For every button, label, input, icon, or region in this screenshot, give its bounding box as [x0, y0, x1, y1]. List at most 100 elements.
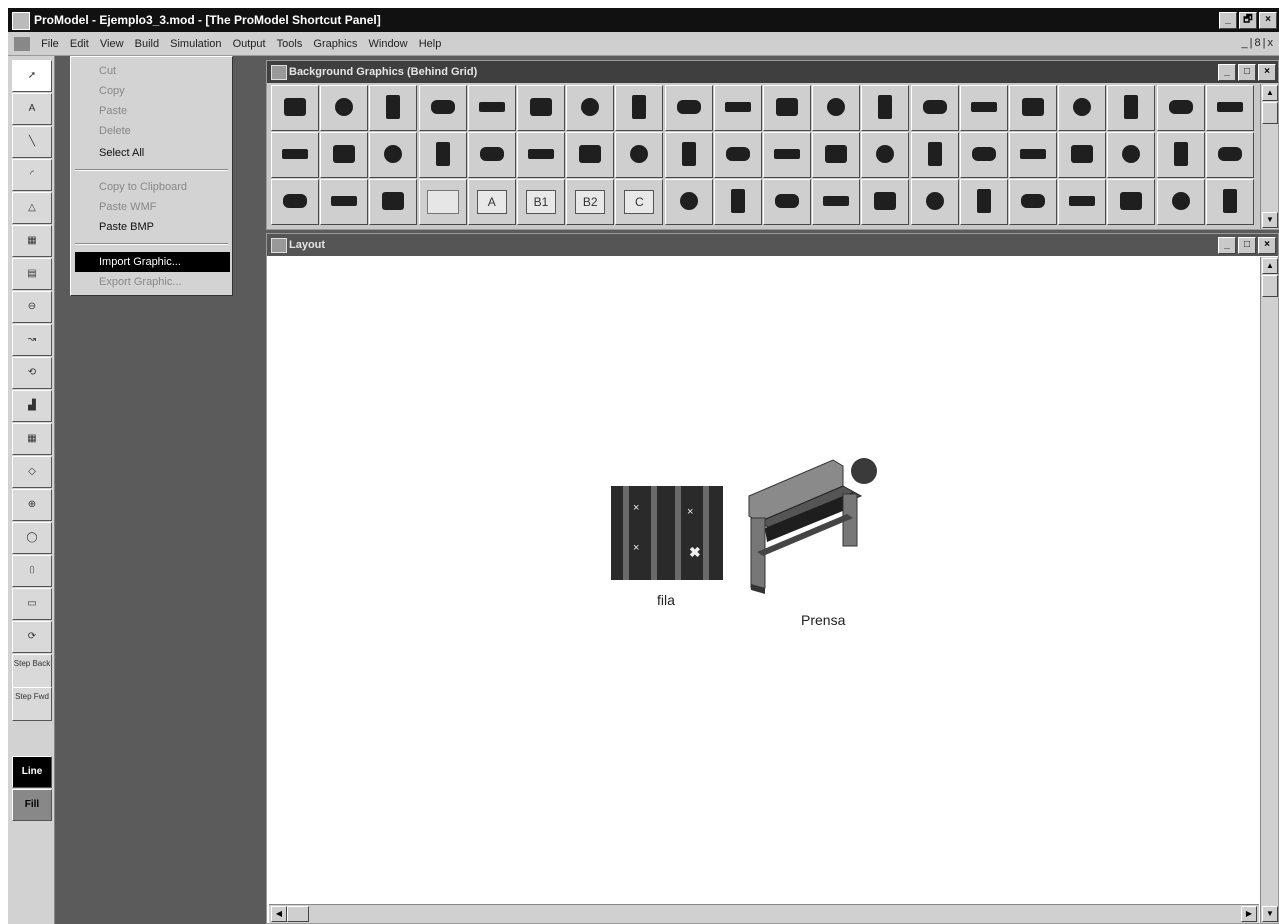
- palette-cell-graphic[interactable]: [517, 132, 565, 178]
- scroll-thumb[interactable]: [1262, 102, 1278, 124]
- grid2-icon[interactable]: ▤: [12, 258, 52, 290]
- close-button[interactable]: ×: [1258, 237, 1276, 254]
- palette-cell-graphic[interactable]: [615, 132, 664, 178]
- palette-cell-graphic[interactable]: [713, 179, 762, 225]
- palette-cell-graphic[interactable]: [1107, 132, 1156, 178]
- menu-help[interactable]: Help: [415, 32, 446, 56]
- minimize-button[interactable]: _: [1219, 12, 1237, 29]
- arc-icon[interactable]: ◜: [12, 159, 52, 191]
- palette-cell-graphic[interactable]: [1009, 179, 1057, 225]
- palette-cell-graphic[interactable]: [1058, 132, 1107, 178]
- pointer-icon[interactable]: ➚: [12, 60, 52, 92]
- chart-icon[interactable]: ▟: [12, 390, 52, 422]
- palette-cell-graphic[interactable]: [910, 132, 959, 178]
- conveyor-icon[interactable]: ⊖: [12, 291, 52, 323]
- palette-cell-graphic[interactable]: [713, 85, 762, 131]
- target-icon[interactable]: ⊕: [12, 489, 52, 521]
- menu-simulation[interactable]: Simulation: [166, 32, 225, 56]
- menu-item-paste-wmf[interactable]: Paste WMF: [99, 201, 156, 213]
- scroll-down-arrow[interactable]: ▼: [1262, 212, 1278, 228]
- palette-cell-label[interactable]: B2: [566, 179, 615, 225]
- palette-cell-graphic[interactable]: [320, 179, 369, 225]
- palette-cell-graphic[interactable]: [271, 179, 319, 225]
- menu-item-paste-bmp[interactable]: Paste BMP: [99, 221, 154, 233]
- palette-cell-graphic[interactable]: [812, 179, 861, 225]
- palette-cell-graphic[interactable]: [566, 85, 615, 131]
- palette-cell-graphic[interactable]: [959, 132, 1008, 178]
- scroll-thumb[interactable]: [1262, 275, 1278, 297]
- palette-cell-graphic[interactable]: [664, 179, 713, 225]
- grid-icon[interactable]: ▦: [12, 225, 52, 257]
- table-icon[interactable]: ▦: [12, 423, 52, 455]
- palette-cell-graphic[interactable]: [271, 132, 319, 178]
- palette-cell-graphic[interactable]: [1156, 85, 1205, 131]
- menu-item-delete[interactable]: Delete: [99, 125, 131, 137]
- scroll-up-arrow[interactable]: ▲: [1262, 85, 1278, 101]
- palette-cell-graphic[interactable]: [763, 85, 811, 131]
- menu-item-import-graphic[interactable]: Import Graphic...: [75, 252, 230, 272]
- scroll-up-arrow[interactable]: ▲: [1262, 258, 1278, 274]
- scroll-right-arrow[interactable]: ▶: [1241, 906, 1257, 922]
- palette-cell-graphic[interactable]: [959, 179, 1008, 225]
- palette-cell-graphic[interactable]: [320, 85, 369, 131]
- palette-cell-graphic[interactable]: [910, 85, 959, 131]
- app-icon[interactable]: [12, 12, 30, 30]
- maximize-button[interactable]: □: [1238, 237, 1256, 254]
- palette-cell-graphic[interactable]: [615, 85, 664, 131]
- palette-cell-graphic[interactable]: [910, 179, 959, 225]
- palette-cell-graphic[interactable]: [467, 132, 516, 178]
- menu-output[interactable]: Output: [229, 32, 270, 56]
- palette-cell-label[interactable]: B1: [517, 179, 565, 225]
- mdi-window-buttons[interactable]: _|8|x: [1242, 37, 1275, 49]
- fill-color-button[interactable]: Fill: [12, 789, 52, 821]
- menu-item-cut[interactable]: Cut: [99, 65, 116, 77]
- fila-queue-graphic[interactable]: × × × ✖: [611, 486, 723, 580]
- layout-titlebar[interactable]: Layout _ □ ×: [267, 234, 1278, 256]
- palette-cell-graphic[interactable]: [1107, 179, 1156, 225]
- palette-cell-graphic[interactable]: [1205, 179, 1254, 225]
- palette-cell-graphic[interactable]: [861, 179, 910, 225]
- palette-cell-graphic[interactable]: [664, 132, 713, 178]
- path-icon[interactable]: ↝: [12, 324, 52, 356]
- prensa-press-graphic[interactable]: [743, 456, 867, 596]
- close-button[interactable]: ×: [1258, 64, 1276, 81]
- menu-item-paste[interactable]: Paste: [99, 105, 127, 117]
- menu-build[interactable]: Build: [131, 32, 163, 56]
- door-icon[interactable]: ⌷: [12, 555, 52, 587]
- palette-scrollbar[interactable]: ▲ ▼: [1260, 84, 1278, 229]
- palette-cell-graphic[interactable]: [1009, 132, 1057, 178]
- loop-icon[interactable]: ⟲: [12, 357, 52, 389]
- palette-cell-blank[interactable]: [418, 179, 467, 225]
- layout-canvas[interactable]: × × × ✖ fila Prensa: [269, 258, 1259, 904]
- palette-cell-graphic[interactable]: [418, 85, 467, 131]
- restore-button[interactable]: 🗗: [1239, 12, 1257, 29]
- rotate-icon[interactable]: ⟳: [12, 621, 52, 653]
- line-icon[interactable]: ╲: [12, 126, 52, 158]
- text-icon[interactable]: A: [12, 93, 52, 125]
- palette-cell-graphic[interactable]: [959, 85, 1008, 131]
- palette-cell-graphic[interactable]: [763, 132, 811, 178]
- menu-item-select-all[interactable]: Select All: [99, 147, 144, 159]
- palette-cell-graphic[interactable]: [1156, 179, 1205, 225]
- menu-item-copy[interactable]: Copy: [99, 85, 125, 97]
- document-icon[interactable]: [14, 37, 30, 52]
- palette-cell-graphic[interactable]: [1058, 179, 1107, 225]
- menu-edit[interactable]: Edit: [66, 32, 93, 56]
- menu-file[interactable]: File: [37, 32, 63, 56]
- palette-cell-graphic[interactable]: [861, 85, 910, 131]
- palette-cell-graphic[interactable]: [713, 132, 762, 178]
- palette-cell-graphic[interactable]: [1205, 85, 1254, 131]
- minimize-button[interactable]: _: [1218, 237, 1236, 254]
- scroll-down-arrow[interactable]: ▼: [1262, 906, 1278, 922]
- triangle-icon[interactable]: △: [12, 192, 52, 224]
- palette-cell-graphic[interactable]: [369, 132, 418, 178]
- step-fwd-button[interactable]: Step Fwd: [12, 687, 52, 721]
- menu-view[interactable]: View: [96, 32, 128, 56]
- palette-cell-label[interactable]: C: [615, 179, 664, 225]
- menu-item-copy-to-clipboard[interactable]: Copy to Clipboard: [99, 181, 187, 193]
- step-back-button[interactable]: Step Back: [12, 654, 52, 688]
- layout-hscrollbar[interactable]: ◀ ▶: [269, 904, 1259, 923]
- palette-cell-graphic[interactable]: [861, 132, 910, 178]
- scroll-thumb[interactable]: [287, 906, 309, 922]
- palette-cell-graphic[interactable]: [517, 85, 565, 131]
